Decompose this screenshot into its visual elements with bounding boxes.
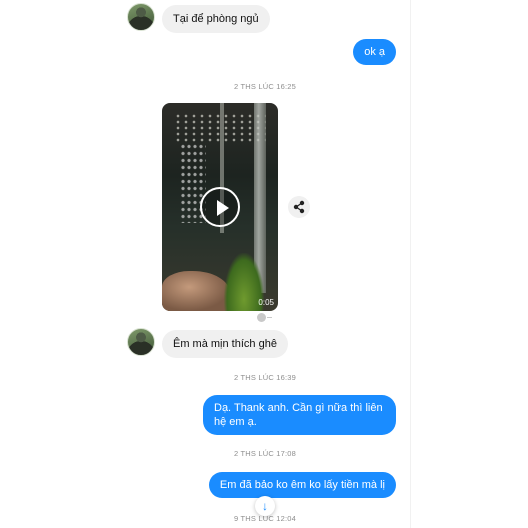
right-edge	[410, 0, 411, 528]
arrow-down-icon[interactable]: ↓	[255, 496, 275, 516]
share-icon[interactable]	[288, 196, 310, 218]
video-scene-rock	[162, 271, 230, 311]
timestamp: 2 THS LÚC 16:39	[233, 373, 297, 382]
seen-indicator-icon	[257, 313, 266, 322]
contact-avatar[interactable]	[127, 328, 155, 356]
play-icon[interactable]	[200, 187, 240, 227]
contact-avatar[interactable]	[127, 3, 155, 31]
outgoing-message[interactable]: Dạ. Thank anh. Cần gì nữa thì liên hệ em…	[203, 395, 396, 435]
timestamp: 2 THS LÚC 17:08	[233, 449, 297, 458]
timestamp: 2 THS LÚC 16:25	[233, 82, 297, 91]
seen-indicator-line	[267, 317, 272, 318]
video-duration: 0:05	[258, 298, 274, 307]
incoming-message[interactable]: Êm mà mịn thích ghê	[162, 330, 288, 358]
video-attachment[interactable]: 0:05	[162, 103, 278, 311]
outgoing-message[interactable]: ok ạ	[353, 39, 396, 65]
incoming-message[interactable]: Tại để phòng ngủ	[162, 5, 270, 33]
outgoing-message[interactable]: Em đã bảo ko êm ko lấy tiền mà lị	[208, 472, 396, 498]
chat-thread[interactable]: Tại để phòng ngủ ok ạ 2 THS LÚC 16:25 0:…	[120, 0, 410, 528]
